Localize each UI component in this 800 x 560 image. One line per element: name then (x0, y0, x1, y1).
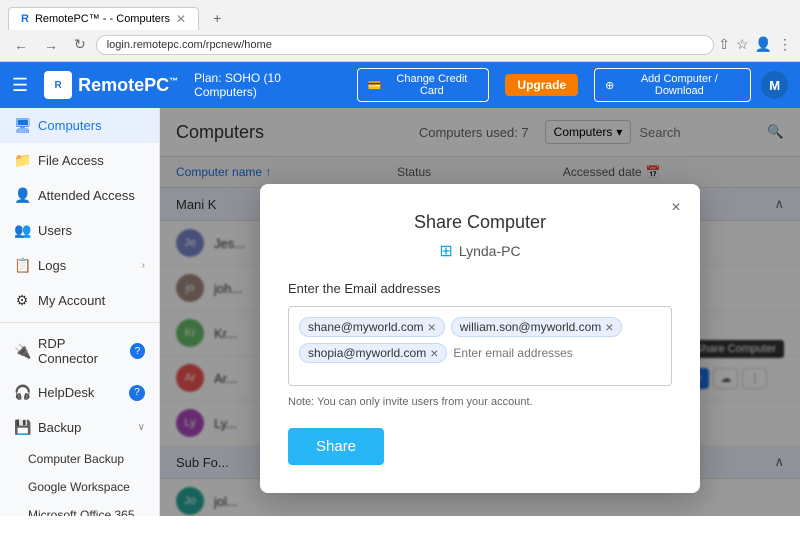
new-tab-button[interactable]: + (205, 6, 229, 30)
email-input[interactable] (453, 343, 661, 363)
profile-button[interactable]: 👤 (755, 36, 772, 53)
main-area: 🖥 Computers 📁 File Access 👤 Attended Acc… (0, 108, 800, 516)
windows-icon: ⊞ (439, 241, 452, 261)
sidebar-item-label: Attended Access (38, 188, 135, 203)
share-computer-modal: × Share Computer ⊞ Lynda-PC Enter the Em… (260, 184, 700, 493)
sidebar-item-label: RDP Connector (38, 336, 122, 366)
sidebar-item-my-account[interactable]: ⚙ My Account (0, 283, 159, 318)
browser-actions: ⇧ ☆ 👤 ⋮ (718, 36, 792, 53)
content-area: Computers Computers used: 7 Computers ▾ … (160, 108, 800, 516)
add-computer-label: Add Computer / Download (618, 73, 740, 97)
modal-note: Note: You can only invite users from you… (288, 396, 672, 408)
sidebar-item-computer-backup[interactable]: Computer Backup (0, 445, 159, 473)
logo: R RemotePC™ (44, 71, 178, 99)
sidebar-item-label: Backup (38, 420, 81, 435)
email-tag-text: william.son@myworld.com (460, 320, 602, 334)
change-credit-card-button[interactable]: 💳 Change Credit Card (357, 68, 490, 102)
modal-close-button[interactable]: × (664, 196, 688, 220)
app-header: ☰ R RemotePC™ Plan: SOHO (10 Computers) … (0, 62, 800, 108)
users-icon: 👥 (14, 222, 30, 239)
sidebar-item-label: Computers (38, 118, 102, 133)
sidebar-item-label: Users (38, 223, 72, 238)
helpdesk-icon: 🎧 (14, 384, 30, 401)
share-button[interactable]: Share (288, 428, 384, 465)
sidebar-item-microsoft-office[interactable]: Microsoft Office 365 (0, 501, 159, 516)
browser-chrome: R RemotePC™ - - Computers ✕ + ← → ↻ ⇧ ☆ … (0, 0, 800, 62)
content-wrapper: Computers Computers used: 7 Computers ▾ … (160, 108, 800, 516)
sidebar-item-label: Google Workspace (28, 480, 130, 494)
file-access-icon: 📁 (14, 152, 30, 169)
sidebar-item-file-access[interactable]: 📁 File Access (0, 143, 159, 178)
email-tag: shane@myworld.com × (299, 317, 445, 337)
email-tag-text: shane@myworld.com (308, 320, 424, 334)
sidebar-item-users[interactable]: 👥 Users (0, 213, 159, 248)
modal-computer-name: ⊞ Lynda-PC (288, 241, 672, 261)
email-tag-remove[interactable]: × (430, 346, 438, 360)
modal-title: Share Computer (288, 212, 672, 233)
sidebar: 🖥 Computers 📁 File Access 👤 Attended Acc… (0, 108, 160, 516)
email-tag-remove[interactable]: × (428, 320, 436, 334)
chevron-down-icon: ∨ (138, 422, 145, 433)
bookmark-button[interactable]: ☆ (736, 36, 749, 53)
forward-button[interactable]: → (38, 35, 64, 55)
rdp-badge: ? (130, 343, 145, 359)
computers-icon: 🖥 (14, 117, 30, 134)
email-tag: shopia@myworld.com × (299, 343, 447, 363)
attended-access-icon: 👤 (14, 187, 30, 204)
backup-icon: 💾 (14, 419, 30, 436)
logo-icon: R (44, 71, 72, 99)
email-tag-remove[interactable]: × (605, 320, 613, 334)
sidebar-item-label: File Access (38, 153, 104, 168)
sidebar-item-rdp-connector[interactable]: 🔌 RDP Connector ? (0, 327, 159, 375)
app: ☰ R RemotePC™ Plan: SOHO (10 Computers) … (0, 62, 800, 516)
sidebar-item-label: My Account (38, 293, 105, 308)
my-account-icon: ⚙ (14, 292, 30, 309)
logo-text: RemotePC™ (78, 75, 178, 96)
browser-nav: ← → ↻ ⇧ ☆ 👤 ⋮ (0, 30, 800, 61)
computer-name-label: Lynda-PC (459, 243, 521, 259)
sidebar-divider (0, 322, 159, 323)
sidebar-item-helpdesk[interactable]: 🎧 HelpDesk ? (0, 375, 159, 410)
sidebar-item-label: Computer Backup (28, 452, 124, 466)
address-bar[interactable] (96, 35, 715, 55)
email-label: Enter the Email addresses (288, 281, 672, 296)
rdp-icon: 🔌 (14, 343, 30, 360)
extensions-button[interactable]: ⇧ (718, 36, 730, 53)
upgrade-button[interactable]: Upgrade (505, 74, 578, 96)
back-button[interactable]: ← (8, 35, 34, 55)
sidebar-item-label: HelpDesk (38, 385, 94, 400)
header-right: ⊕ Add Computer / Download M (594, 68, 788, 102)
refresh-button[interactable]: ↻ (68, 34, 92, 55)
helpdesk-badge: ? (129, 385, 145, 401)
sidebar-item-label: Logs (38, 258, 66, 273)
sidebar-item-attended-access[interactable]: 👤 Attended Access (0, 178, 159, 213)
sidebar-item-logs[interactable]: 📋 Logs › (0, 248, 159, 283)
chevron-right-icon: › (142, 260, 145, 271)
credit-card-label: Change Credit Card (385, 73, 478, 97)
credit-card-icon: 💳 (368, 79, 382, 92)
email-tag-text: shopia@myworld.com (308, 346, 426, 360)
tab-favicon: R (21, 13, 29, 25)
tab-title: RemotePC™ - - Computers (35, 13, 170, 25)
add-icon: ⊕ (605, 79, 614, 92)
browser-title-bar: R RemotePC™ - - Computers ✕ + (0, 0, 800, 30)
sidebar-item-google-workspace[interactable]: Google Workspace (0, 473, 159, 501)
logs-icon: 📋 (14, 257, 30, 274)
browser-tab[interactable]: R RemotePC™ - - Computers ✕ (8, 7, 199, 30)
add-computer-button[interactable]: ⊕ Add Computer / Download (594, 68, 751, 102)
sidebar-item-computers[interactable]: 🖥 Computers (0, 108, 159, 143)
user-avatar[interactable]: M (761, 71, 788, 99)
menu-button[interactable]: ⋮ (778, 36, 792, 53)
sidebar-item-label: Microsoft Office 365 (28, 508, 135, 516)
hamburger-button[interactable]: ☰ (12, 75, 28, 96)
email-input-area[interactable]: shane@myworld.com × william.son@myworld.… (288, 306, 672, 386)
sidebar-item-backup[interactable]: 💾 Backup ∨ (0, 410, 159, 445)
plan-info: Plan: SOHO (10 Computers) (194, 71, 340, 99)
email-tag: william.son@myworld.com × (451, 317, 623, 337)
modal-overlay: × Share Computer ⊞ Lynda-PC Enter the Em… (160, 108, 800, 516)
tab-close-icon[interactable]: ✕ (176, 12, 186, 26)
